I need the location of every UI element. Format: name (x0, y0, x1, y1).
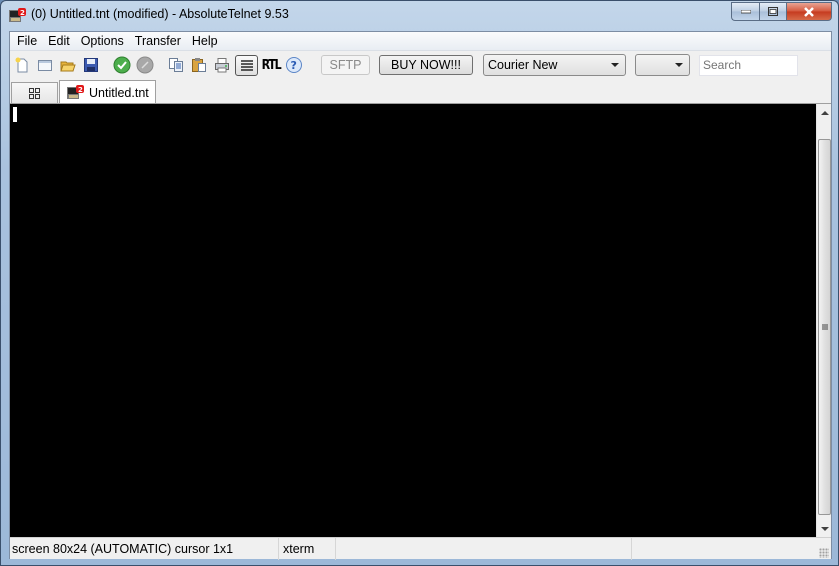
menu-options[interactable]: Options (76, 32, 129, 51)
minimize-icon (740, 9, 751, 13)
help-icon: ? (286, 57, 302, 73)
grip-icon (822, 324, 828, 331)
tab-untitled[interactable]: 2 Untitled.tnt (59, 80, 156, 104)
copy-button[interactable] (166, 55, 186, 75)
paste-icon (192, 58, 206, 72)
sftp-button[interactable]: SFTP (321, 55, 370, 75)
svg-text:2: 2 (20, 9, 25, 17)
rtl-icon: RTL (261, 57, 282, 73)
resize-grip-icon[interactable] (819, 548, 829, 558)
disconnect-button[interactable] (135, 55, 155, 75)
status-screen-info: screen 80x24 (AUTOMATIC) cursor 1x1 (10, 538, 279, 560)
client-area: File Edit Options Transfer Help RTL ? SF… (9, 31, 832, 560)
menu-edit[interactable]: Edit (43, 32, 75, 51)
status-cell-3 (336, 538, 632, 560)
font-select-value: Courier New (488, 58, 558, 72)
terminal-cursor (13, 107, 17, 122)
menu-transfer[interactable]: Transfer (130, 32, 186, 51)
app-logo-icon: 2 (9, 8, 26, 22)
text-mode-button[interactable] (235, 54, 258, 76)
paste-button[interactable] (189, 55, 209, 75)
arrow-down-icon (820, 526, 829, 531)
help-button[interactable]: ? (284, 55, 304, 75)
chevron-down-icon (611, 63, 619, 67)
print-icon (215, 58, 229, 73)
maximize-icon (768, 7, 778, 16)
copy-icon (169, 58, 183, 72)
status-bar: screen 80x24 (AUTOMATIC) cursor 1x1 xter… (10, 537, 831, 560)
minimize-button[interactable] (731, 2, 759, 21)
terminal-screen[interactable] (10, 104, 816, 537)
menu-file[interactable]: File (12, 32, 42, 51)
status-emulation: xterm (279, 538, 336, 560)
text-mode-icon (240, 60, 253, 71)
status-cell-4 (632, 538, 831, 560)
svg-text:2: 2 (78, 86, 83, 94)
new-button[interactable] (12, 55, 32, 75)
close-icon (804, 6, 814, 17)
font-size-select[interactable] (635, 54, 690, 76)
new-window-button[interactable] (35, 55, 55, 75)
search-input[interactable] (699, 54, 798, 76)
buy-now-button[interactable]: BUY NOW!!! (379, 55, 473, 75)
rtl-button[interactable]: RTL (261, 55, 282, 75)
chevron-down-icon (675, 63, 683, 67)
menu-bar: File Edit Options Transfer Help (10, 32, 831, 51)
save-button[interactable] (81, 55, 101, 75)
connect-button[interactable] (112, 55, 132, 75)
font-select[interactable]: Courier New (483, 54, 626, 76)
title-bar[interactable]: 2 (0) Untitled.tnt (modified) - Absolute… (1, 1, 838, 31)
menu-help[interactable]: Help (187, 32, 223, 51)
tab-label: Untitled.tnt (89, 85, 149, 100)
vertical-scrollbar[interactable] (816, 104, 831, 537)
scroll-up-button[interactable] (817, 104, 832, 121)
terminal-container (10, 103, 831, 537)
print-button[interactable] (212, 55, 232, 75)
tab-overview-button[interactable] (11, 82, 58, 103)
open-button[interactable] (58, 55, 78, 75)
connect-icon (113, 56, 131, 74)
disconnect-icon (136, 56, 154, 74)
window-title: (0) Untitled.tnt (modified) - AbsoluteTe… (31, 7, 289, 21)
new-window-icon (38, 60, 52, 71)
new-icon (15, 57, 28, 73)
grid-icon (29, 87, 40, 99)
window-controls (731, 2, 832, 21)
app-window: 2 (0) Untitled.tnt (modified) - Absolute… (0, 0, 839, 566)
maximize-button[interactable] (759, 2, 786, 21)
scrollbar-thumb[interactable] (818, 139, 831, 515)
arrow-up-icon (820, 110, 829, 115)
toolbar: RTL ? SFTP BUY NOW!!! Courier New (10, 51, 831, 79)
close-button[interactable] (786, 2, 832, 21)
svg-text:?: ? (291, 59, 297, 72)
save-icon (84, 58, 98, 72)
open-icon (60, 61, 76, 72)
tab-bar: 2 Untitled.tnt (10, 80, 831, 104)
session-icon: 2 (67, 84, 84, 99)
scroll-down-button[interactable] (817, 520, 832, 537)
